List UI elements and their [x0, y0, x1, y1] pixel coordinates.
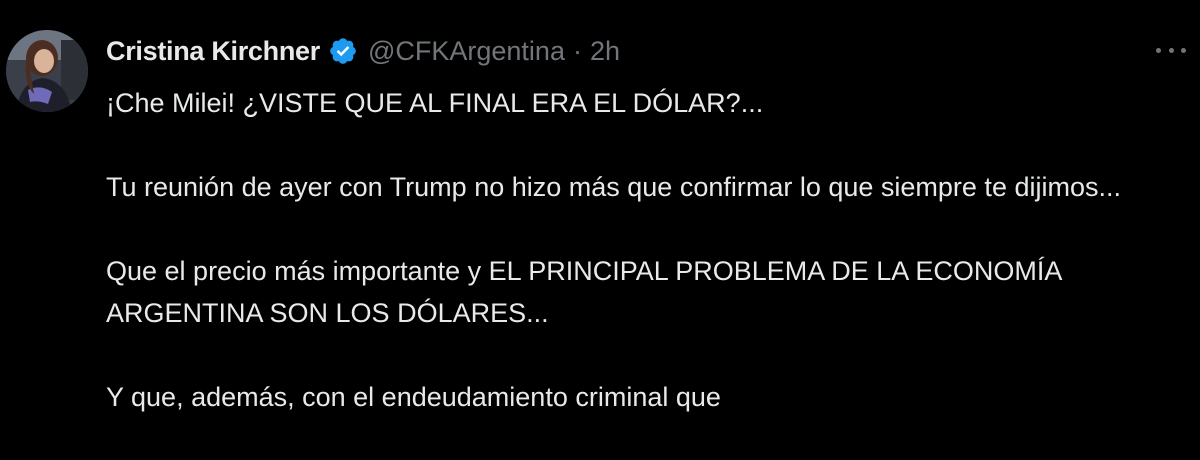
header-separator: · — [572, 35, 582, 66]
tweet-paragraph: Que el precio más importante y EL PRINCI… — [106, 256, 1061, 328]
more-dot — [1156, 47, 1161, 53]
tweet-paragraph: ¡Che Milei! ¿VISTE QUE AL FINAL ERA EL D… — [106, 88, 764, 118]
more-options-icon[interactable] — [1156, 40, 1186, 60]
author-handle[interactable]: @CFKArgentina — [368, 36, 565, 67]
author-display-name[interactable]: Cristina Kirchner — [106, 36, 320, 67]
more-dot — [1181, 47, 1186, 53]
tweet-paragraph: Tu reunión de ayer con Trump no hizo más… — [106, 172, 1121, 202]
tweet-text: ¡Che Milei! ¿VISTE QUE AL FINAL ERA EL D… — [106, 82, 1186, 460]
tweet-paragraph: Y que, además, con el endeudamiento crim… — [106, 382, 721, 412]
tweet-header: Cristina Kirchner @CFKArgentina · 2h — [106, 28, 620, 74]
more-dot — [1168, 47, 1174, 53]
avatar[interactable] — [6, 30, 88, 112]
verified-badge-icon[interactable] — [328, 36, 358, 66]
tweet-timestamp[interactable]: 2h — [590, 36, 620, 67]
avatar-photo — [6, 30, 88, 112]
tweet: Cristina Kirchner @CFKArgentina · 2h ¡Ch… — [0, 0, 1200, 460]
